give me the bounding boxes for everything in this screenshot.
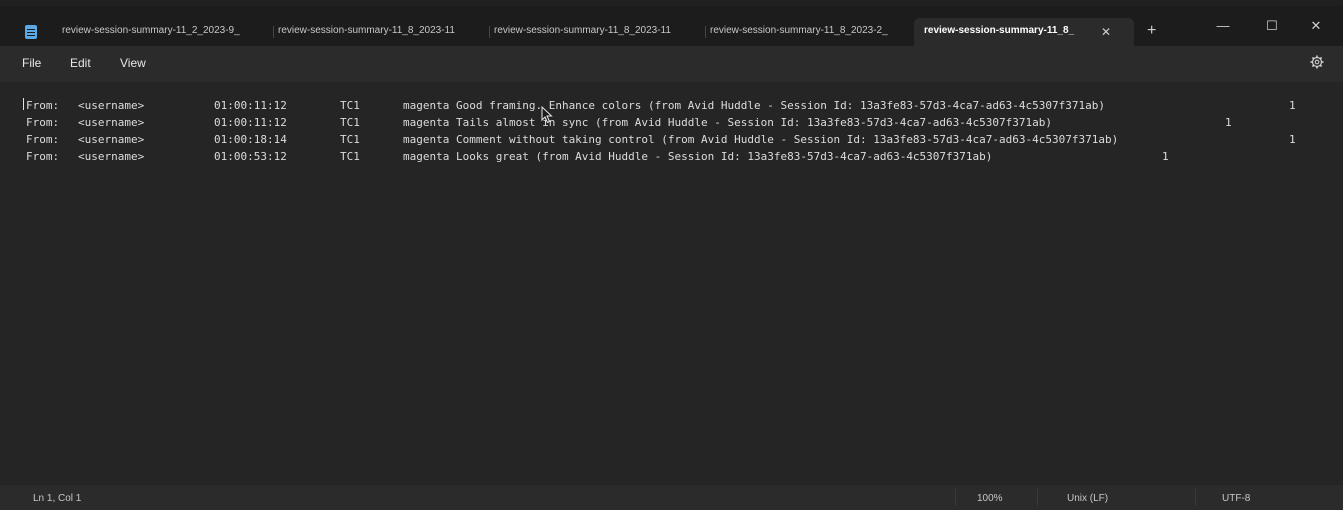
- status-divider: [1195, 489, 1196, 506]
- line-endings[interactable]: Unix (LF): [1067, 493, 1108, 504]
- username: <username>: [78, 133, 145, 146]
- from-label: From:: [26, 150, 60, 163]
- text-editor-area[interactable]: From: <username> 01:00:11:12 TC1 magenta…: [0, 82, 1343, 485]
- count: 1: [1225, 116, 1232, 129]
- track: TC1: [340, 116, 360, 129]
- text-line: From: <username> 01:00:53:12 TC1 magenta…: [26, 149, 1169, 165]
- comment-text: magenta Comment without taking control (…: [403, 133, 1119, 146]
- from-label: From:: [26, 133, 60, 146]
- menu-edit[interactable]: Edit: [70, 56, 91, 70]
- comment-text: magenta Tails almost in sync (from Avid …: [403, 116, 1053, 129]
- text-line: From: <username> 01:00:11:12 TC1 magenta…: [26, 115, 1232, 131]
- status-bar: Ln 1, Col 1 100% Unix (LF) UTF-8: [0, 485, 1343, 510]
- timecode: 01:00:53:12: [214, 150, 287, 163]
- status-divider: [1037, 489, 1038, 506]
- timecode: 01:00:11:12: [214, 99, 287, 112]
- menu-bar: File Edit View: [0, 46, 1343, 82]
- timecode: 01:00:11:12: [214, 116, 287, 129]
- settings-gear-icon[interactable]: [1310, 55, 1324, 69]
- text-line: From: <username> 01:00:11:12 TC1 magenta…: [26, 98, 1296, 114]
- timecode: 01:00:18:14: [214, 133, 287, 146]
- new-tab-button[interactable]: +: [1147, 23, 1156, 39]
- comment-text: magenta Good framing. Enhance colors (fr…: [403, 99, 1105, 112]
- maximize-button[interactable]: ☐: [1252, 14, 1292, 38]
- encoding[interactable]: UTF-8: [1222, 493, 1250, 504]
- status-divider: [955, 489, 956, 506]
- tab-label: review-session-summary-11_8_2023-2_: [710, 25, 888, 36]
- tab-label: review-session-summary-11_8_2023-11: [494, 25, 671, 36]
- minimize-button[interactable]: —: [1203, 14, 1243, 38]
- close-tab-icon[interactable]: ✕: [1101, 25, 1111, 39]
- track: TC1: [340, 133, 360, 146]
- menu-view[interactable]: View: [120, 56, 146, 70]
- text-caret: [23, 98, 24, 110]
- count: 1: [1289, 133, 1296, 146]
- count: 1: [1289, 99, 1296, 112]
- track: TC1: [340, 150, 360, 163]
- count: 1: [1162, 150, 1169, 163]
- from-label: From:: [26, 116, 60, 129]
- track: TC1: [340, 99, 360, 112]
- zoom-level[interactable]: 100%: [977, 493, 1003, 504]
- from-label: From:: [26, 99, 60, 112]
- username: <username>: [78, 116, 145, 129]
- mouse-pointer-icon: [541, 106, 553, 124]
- cursor-position[interactable]: Ln 1, Col 1: [33, 493, 81, 504]
- close-window-button[interactable]: ✕: [1296, 14, 1336, 38]
- notepad-app-icon: [25, 25, 37, 39]
- menu-file[interactable]: File: [22, 56, 41, 70]
- tab-label: review-session-summary-11_8_2023-11: [278, 25, 455, 36]
- notepad-window: review-session-summary-11_2_2023-9_ revi…: [0, 0, 1343, 510]
- text-line: From: <username> 01:00:18:14 TC1 magenta…: [26, 132, 1296, 148]
- tab-bar: review-session-summary-11_2_2023-9_ revi…: [0, 6, 1343, 52]
- username: <username>: [78, 150, 145, 163]
- tab-label: review-session-summary-11_2_2023-9_: [62, 25, 240, 36]
- comment-text: magenta Looks great (from Avid Huddle - …: [403, 150, 993, 163]
- tab-label: review-session-summary-11_8_: [924, 25, 1075, 36]
- username: <username>: [78, 99, 145, 112]
